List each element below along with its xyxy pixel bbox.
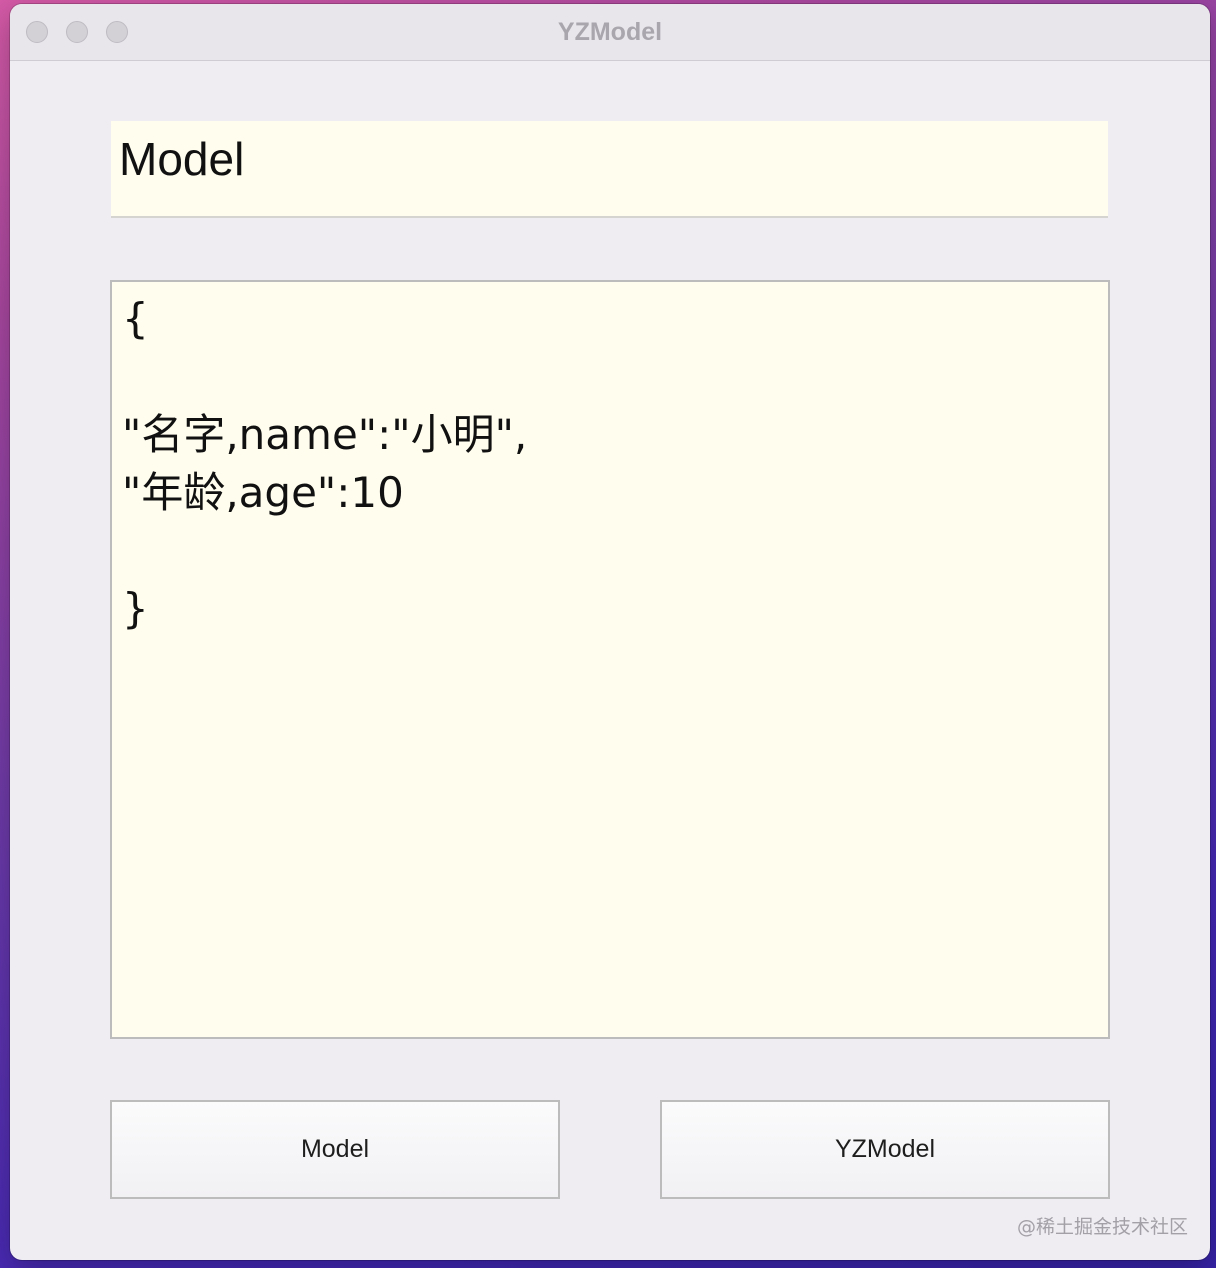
watermark: @稀土掘金技术社区: [1016, 1216, 1188, 1238]
title-bar[interactable]: YZModel: [10, 4, 1210, 61]
json-line: [122, 348, 1098, 406]
yzmodel-button[interactable]: YZModel: [660, 1100, 1110, 1199]
json-line: "名字,name":"小明",: [122, 410, 528, 459]
json-line: [122, 522, 1098, 580]
model-button[interactable]: Model: [110, 1100, 560, 1199]
json-line: }: [122, 584, 149, 633]
json-text-editor[interactable]: { "名字,name":"小明", "年龄,age":10 }: [110, 280, 1110, 1039]
model-name-field[interactable]: Model: [111, 121, 1108, 218]
json-line: {: [122, 294, 149, 343]
json-line: "年龄,age":10: [122, 468, 404, 517]
window-title: YZModel: [557, 18, 663, 46]
app-window: YZModel Model { "名字,name":"小明", "年龄,age"…: [10, 4, 1210, 1260]
